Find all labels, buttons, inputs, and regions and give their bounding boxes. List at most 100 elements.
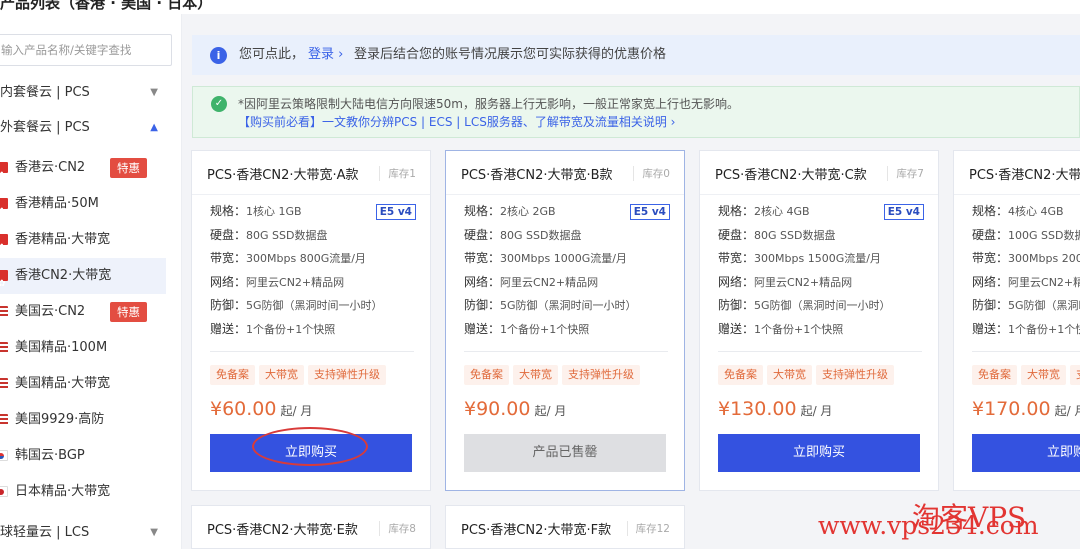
info-text: 您可点此， <box>239 47 305 62</box>
page-title: 产品列表（香港 · 美国 · 日本） <box>0 0 213 12</box>
sidebar-item-hk-cloud-cn2[interactable]: 香港云·CN2 特惠 <box>0 150 166 194</box>
spec-key: 硬盘： <box>210 227 247 242</box>
tag-list: 免备案大带宽支持弹性升级 <box>464 363 644 385</box>
notice-box: ✓ *因阿里云策略限制大陆电信方向限速50m，服务器上行无影响，一般正常家宽上行… <box>192 86 1080 138</box>
card-title: PCS·香港CN2·大带宽·A款 <box>207 168 359 183</box>
spec-row: 防御：5G防御（黑洞时间一小时） <box>210 296 416 320</box>
spec-list: 规格：2核心 4GB E5 v4 硬盘：80G SSD数据盘 带宽：300Mbps… <box>718 202 924 343</box>
sold-out-button[interactable]: 产品已售罄 <box>464 434 666 472</box>
sidebar-item-us-9929[interactable]: 美国9929·高防 <box>0 402 166 438</box>
sidebar-group-label: 外套餐云 | PCS <box>0 120 90 135</box>
spec-key: 赠送： <box>718 321 755 336</box>
spec-value: 阿里云CN2+精品网 <box>754 275 853 289</box>
spec-key: 规格： <box>210 204 247 218</box>
sidebar-item-hk-premium-50m[interactable]: 香港精品·50M <box>0 186 166 230</box>
sidebar-item-label: 韩国云·BGP <box>15 448 85 463</box>
card-header: PCS·香港CN2·大带宽·A款 库存1 <box>192 151 430 195</box>
sidebar-item-label: 美国精品·100M <box>15 340 108 355</box>
sidebar-item-hk-premium-bandwidth[interactable]: 香港精品·大带宽 <box>0 222 166 266</box>
spec-key: 赠送： <box>464 321 501 336</box>
spec-row: 带宽：300Mbps 2000G流量/月 <box>972 249 1080 273</box>
stock-count: 库存8 <box>379 521 416 536</box>
spec-key: 规格： <box>972 204 1009 218</box>
spec-value: 5G防御（黑洞时间一小时） <box>500 299 637 312</box>
spec-row: 防御：5G防御（黑洞时间一小时） <box>718 296 924 320</box>
buy-now-button[interactable]: 立即购买 <box>718 434 920 472</box>
spec-value: 80G SSD数据盘 <box>500 228 582 242</box>
tag: 大带宽 <box>767 365 812 385</box>
sidebar-item-label: 香港精品·大带宽 <box>15 232 111 247</box>
stock-count: 库存0 <box>633 166 670 181</box>
price: ¥170.00起/ 月 <box>972 398 1080 420</box>
spec-row: 规格：1核心 1GB E5 v4 <box>210 202 416 226</box>
card-header: PCS·香港CN2·大带宽·E款 库存8 <box>192 506 430 549</box>
chevron-down-icon: ▼ <box>150 527 158 538</box>
tag: 免备案 <box>972 365 1017 385</box>
card-title: PCS·香港CN2·大带宽·C款 <box>715 168 867 183</box>
spec-key: 赠送： <box>972 321 1009 336</box>
spec-row: 带宽：300Mbps 1000G流量/月 <box>464 249 670 273</box>
spec-row: 防御：5G防御（黑洞时间一小时） <box>464 296 670 320</box>
guide-link[interactable]: 【购买前必看】一文教你分辨PCS | ECS | LCS服务器、了解带宽及流量相… <box>238 113 675 130</box>
sidebar-item-us-premium-bandwidth[interactable]: 美国精品·大带宽 <box>0 366 166 402</box>
price-value: ¥170.00 <box>972 398 1051 420</box>
spec-row: 网络：阿里云CN2+精品网 <box>210 273 416 297</box>
spec-key: 网络： <box>464 274 501 289</box>
card-header: PCS·香港CN2·大带宽·C款 库存7 <box>700 151 938 195</box>
divider <box>210 351 414 352</box>
sidebar-item-label: 日本精品·大带宽 <box>15 484 111 499</box>
spec-value: 阿里云CN2+精品网 <box>246 275 345 289</box>
tag: 支持弹性升级 <box>562 365 640 385</box>
spec-key: 硬盘： <box>464 227 501 242</box>
search-box[interactable] <box>0 34 172 66</box>
search-input[interactable] <box>0 35 171 65</box>
spec-value: 300Mbps 800G流量/月 <box>246 252 366 265</box>
tag: 免备案 <box>210 365 255 385</box>
divider <box>464 351 668 352</box>
buy-now-button[interactable]: 立即购买 <box>972 434 1080 472</box>
price-period: 起/ 月 <box>534 404 567 418</box>
card-title: PCS·香港CN2·大带宽·B款 <box>461 168 613 183</box>
cpu-badge: E5 v4 <box>375 204 416 220</box>
card-header: PCS·香港CN2·大带宽·B款 库存0 <box>446 151 684 195</box>
sidebar-item-hk-cn2-bandwidth[interactable]: 香港CN2·大带宽 <box>0 258 166 302</box>
spec-key: 网络： <box>718 274 755 289</box>
sidebar-item-jp-premium-bandwidth[interactable]: 日本精品·大带宽 <box>0 474 166 510</box>
spec-key: 带宽： <box>718 251 755 265</box>
price-period: 起/ 月 <box>280 404 313 418</box>
spec-key: 硬盘： <box>972 227 1009 242</box>
price-value: ¥60.00 <box>210 398 277 420</box>
sidebar-item-us-cloud-cn2[interactable]: 美国云·CN2 特惠 <box>0 294 166 330</box>
spec-value: 80G SSD数据盘 <box>754 228 836 242</box>
spec-value: 阿里云CN2+精品网 <box>500 275 599 289</box>
login-info-bar: i 您可点此， 登录 › 登录后结合您的账号情况展示您可实际获得的优惠价格 <box>192 35 1080 75</box>
us-flag-icon <box>0 342 8 353</box>
spec-key: 赠送： <box>210 321 247 336</box>
chevron-down-icon: ▼ <box>150 87 158 98</box>
sidebar: 内套餐云 | PCS ▼ 外套餐云 | PCS ▲ 香港云·CN2 特惠 香港精… <box>0 14 182 549</box>
spec-key: 网络： <box>210 274 247 289</box>
sidebar-group-label: 内套餐云 | PCS <box>0 85 90 100</box>
spec-list: 规格：4核心 4GB 硬盘：100G SSD数据盘 带宽：300Mbps 200… <box>972 202 1080 343</box>
sidebar-item-kr-cloud-bgp[interactable]: 韩国云·BGP <box>0 438 166 474</box>
price-value: ¥90.00 <box>464 398 531 420</box>
sidebar-group-global-lcs[interactable]: 球轻量云 | LCS ▼ <box>0 518 170 548</box>
spec-row: 赠送：1个备份+1个快照 <box>718 320 924 344</box>
sidebar-group-overseas-pcs[interactable]: 外套餐云 | PCS ▲ <box>0 113 170 143</box>
discount-badge: 特惠 <box>110 302 147 322</box>
tag: 大带宽 <box>259 365 304 385</box>
sidebar-group-domestic-pcs[interactable]: 内套餐云 | PCS ▼ <box>0 78 170 108</box>
spec-row: 硬盘：80G SSD数据盘 <box>210 226 416 250</box>
japan-flag-icon <box>0 486 8 497</box>
korea-flag-icon <box>0 450 8 461</box>
spec-key: 带宽： <box>464 251 501 265</box>
sidebar-item-us-premium-100m[interactable]: 美国精品·100M <box>0 330 166 366</box>
product-card: PCS·香港CN2·大带宽·F款 库存12 <box>445 505 685 549</box>
sidebar-item-label: 美国精品·大带宽 <box>15 376 111 391</box>
login-link[interactable]: 登录 › <box>308 35 343 75</box>
card-title: PCS·香港CN2·大带宽·D款 <box>969 168 1080 183</box>
spec-value: 1个备份+1个快照 <box>500 322 590 336</box>
info-text: 登录后结合您的账号情况展示您可实际获得的优惠价格 <box>354 47 667 62</box>
price: ¥60.00 起/ 月 <box>210 398 312 420</box>
spec-row: 赠送：1个备份+1个快照 <box>464 320 670 344</box>
